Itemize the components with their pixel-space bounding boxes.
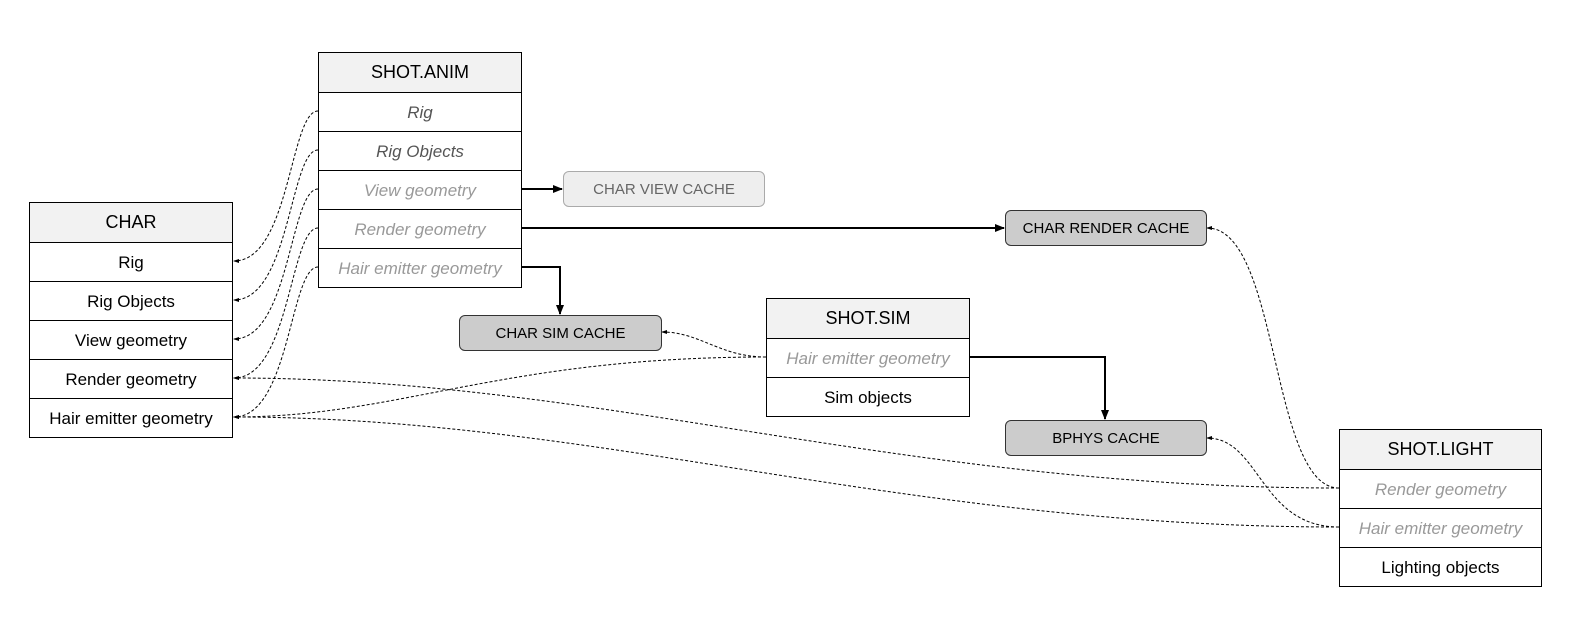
link-anim-view-to-char-view xyxy=(233,188,319,341)
char-render-cache: CHAR RENDER CACHE xyxy=(1005,210,1207,246)
bphys-cache: BPHYS CACHE xyxy=(1005,420,1207,456)
shot-anim-row-rig: Rig xyxy=(319,92,521,131)
char-row-rig-objects: Rig Objects xyxy=(30,281,232,320)
shot-light-row-hair-emitter-geometry: Hair emitter geometry xyxy=(1340,508,1541,547)
link-anim-rig-to-char-rig xyxy=(233,110,319,263)
link-anim-render-to-char-render xyxy=(233,227,319,380)
shot-anim-row-hair-emitter-geometry: Hair emitter geometry xyxy=(319,248,521,287)
arrow-sim-hair-to-bphys xyxy=(969,356,1109,420)
shot-sim-row-sim-objects: Sim objects xyxy=(767,377,969,416)
char-row-hair-emitter-geometry: Hair emitter geometry xyxy=(30,398,232,437)
shot-sim-title: SHOT.SIM xyxy=(767,299,969,338)
shot-anim-title: SHOT.ANIM xyxy=(319,53,521,92)
shot-anim-table: SHOT.ANIM Rig Rig Objects View geometry … xyxy=(318,52,522,288)
shot-sim-row-hair-emitter-geometry: Hair emitter geometry xyxy=(767,338,969,377)
char-view-cache: CHAR VIEW CACHE xyxy=(563,171,765,207)
char-title: CHAR xyxy=(30,203,232,242)
link-sim-hair-to-char-hair xyxy=(233,356,767,419)
link-anim-rigobjects-to-char-rigobjects xyxy=(233,149,319,302)
link-light-hair-to-bphys-cache xyxy=(1206,436,1340,528)
char-row-rig: Rig xyxy=(30,242,232,281)
shot-light-title: SHOT.LIGHT xyxy=(1340,430,1541,469)
shot-light-row-render-geometry: Render geometry xyxy=(1340,469,1541,508)
arrow-hair-to-sim-cache xyxy=(521,266,564,315)
char-row-render-geometry: Render geometry xyxy=(30,359,232,398)
shot-light-row-lighting-objects: Lighting objects xyxy=(1340,547,1541,586)
char-sim-cache: CHAR SIM CACHE xyxy=(459,315,662,351)
shot-sim-table: SHOT.SIM Hair emitter geometry Sim objec… xyxy=(766,298,970,417)
shot-anim-row-render-geometry: Render geometry xyxy=(319,209,521,248)
link-sim-hair-to-sim-cache xyxy=(661,330,767,358)
shot-anim-row-view-geometry: View geometry xyxy=(319,170,521,209)
shot-anim-row-rig-objects: Rig Objects xyxy=(319,131,521,170)
link-light-render-to-render-cache xyxy=(1206,226,1340,489)
shot-light-table: SHOT.LIGHT Render geometry Hair emitter … xyxy=(1339,429,1542,587)
link-anim-hair-to-char-hair xyxy=(233,266,319,419)
char-table: CHAR Rig Rig Objects View geometry Rende… xyxy=(29,202,233,438)
char-row-view-geometry: View geometry xyxy=(30,320,232,359)
